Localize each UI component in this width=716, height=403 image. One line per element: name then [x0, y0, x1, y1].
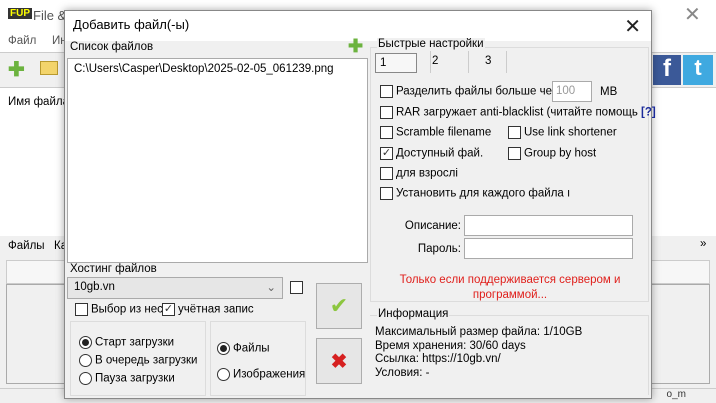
- app-logo-icon: FUP: [8, 8, 32, 19]
- files-list-label: Список файлов: [70, 41, 154, 53]
- start-options-group: Старт загрузки В очередь загрузки Пауза …: [70, 321, 206, 396]
- available-file-checkbox[interactable]: ✓ Доступный фай.: [380, 147, 483, 160]
- ok-button[interactable]: ✔: [316, 283, 362, 329]
- each-file-checkbox[interactable]: Установить для каждого файла ı: [380, 187, 570, 200]
- radio-queue-upload[interactable]: В очередь загрузки: [79, 354, 197, 367]
- dialog-title: Добавить файл(-ы): [73, 17, 190, 32]
- menu-file[interactable]: Файл: [8, 35, 36, 47]
- tab-3[interactable]: 3: [485, 55, 491, 67]
- file-list-item[interactable]: C:\Users\Casper\Desktop\2025-02-05_06123…: [68, 59, 367, 79]
- info-link[interactable]: Ссылка: https://10gb.vn/: [375, 353, 582, 367]
- split-files-checkbox[interactable]: Разделить файлы больше че: [380, 85, 560, 98]
- description-label: Описание:: [404, 220, 461, 232]
- tab-2[interactable]: 2: [432, 55, 438, 67]
- tab-1[interactable]: 1: [375, 53, 417, 73]
- hosting-value: 10gb.vn: [74, 281, 115, 293]
- scramble-filename-checkbox[interactable]: Scramble filename: [380, 126, 491, 139]
- tab-files[interactable]: Файлы: [8, 240, 45, 252]
- info-max-size: Максимальный размер файла: 1/10GB: [375, 326, 583, 338]
- radio-pause-upload[interactable]: Пауза загрузки: [79, 372, 175, 385]
- checkmark-icon: ✔: [329, 293, 349, 318]
- status-text: o_m: [666, 389, 686, 400]
- radio-start-upload[interactable]: Старт загрузки: [79, 336, 174, 349]
- chevron-down-icon: ⌄: [266, 282, 276, 294]
- hosting-select[interactable]: 10gb.vn ⌄: [67, 277, 283, 299]
- hosting-label: Хостинг файлов: [70, 263, 157, 275]
- cancel-button[interactable]: ✖: [316, 338, 362, 384]
- group-by-host-checkbox[interactable]: Group by host: [508, 147, 596, 160]
- tab-divider: [506, 51, 507, 73]
- files-list[interactable]: C:\Users\Casper\Desktop\2025-02-05_06123…: [67, 58, 368, 263]
- split-unit: MB: [600, 86, 618, 98]
- password-label: Пароль:: [417, 243, 461, 255]
- hosting-checkbox[interactable]: [290, 281, 303, 294]
- split-size-input[interactable]: 100: [552, 81, 592, 102]
- add-icon[interactable]: ✚: [8, 57, 25, 82]
- folder-icon[interactable]: [40, 61, 58, 75]
- info-terms: Условия: -: [375, 366, 430, 379]
- radio-files[interactable]: Файлы: [217, 342, 270, 355]
- add-file-icon[interactable]: ✚: [348, 36, 363, 57]
- adult-checkbox[interactable]: для взрослі: [380, 167, 458, 180]
- close-icon[interactable]: ✕: [624, 14, 641, 39]
- main-close-icon[interactable]: ✕: [684, 2, 701, 27]
- column-filename[interactable]: Имя файла: [8, 96, 69, 108]
- help-link[interactable]: [?]: [641, 107, 656, 119]
- chevron-down-icon[interactable]: »: [700, 238, 706, 250]
- info-text: Максимальный размер файла: 1/10GB Время …: [375, 326, 582, 380]
- choose-from-checkbox[interactable]: Выбор из нес: [75, 303, 163, 316]
- account-checkbox[interactable]: ✓ учётная запис: [162, 303, 254, 316]
- rar-anti-blacklist-checkbox[interactable]: RAR загружает anti-blacklist (читайте по…: [380, 106, 656, 119]
- facebook-icon[interactable]: f: [653, 55, 681, 85]
- link-shortener-checkbox[interactable]: Use link shortener: [508, 126, 617, 139]
- x-icon: ✖: [330, 350, 348, 373]
- add-files-dialog: Добавить файл(-ы) ✕ Список файлов ✚ C:\U…: [64, 10, 656, 399]
- info-label: Информация: [377, 308, 450, 320]
- server-support-warning: Только если поддерживается сервером и пр…: [399, 274, 621, 301]
- description-input[interactable]: [464, 215, 633, 236]
- twitter-icon[interactable]: t: [683, 55, 713, 85]
- quick-settings-label: Быстрые настройки: [377, 38, 485, 50]
- tab-divider: [430, 51, 431, 73]
- type-options-group: Файлы Изображения: [210, 321, 306, 396]
- main-window-title: File &: [33, 8, 67, 23]
- radio-images[interactable]: Изображения: [217, 368, 305, 381]
- info-retention: Время хранения: 30/60 days: [375, 339, 526, 352]
- tab-divider: [468, 51, 469, 73]
- password-input[interactable]: [464, 238, 633, 259]
